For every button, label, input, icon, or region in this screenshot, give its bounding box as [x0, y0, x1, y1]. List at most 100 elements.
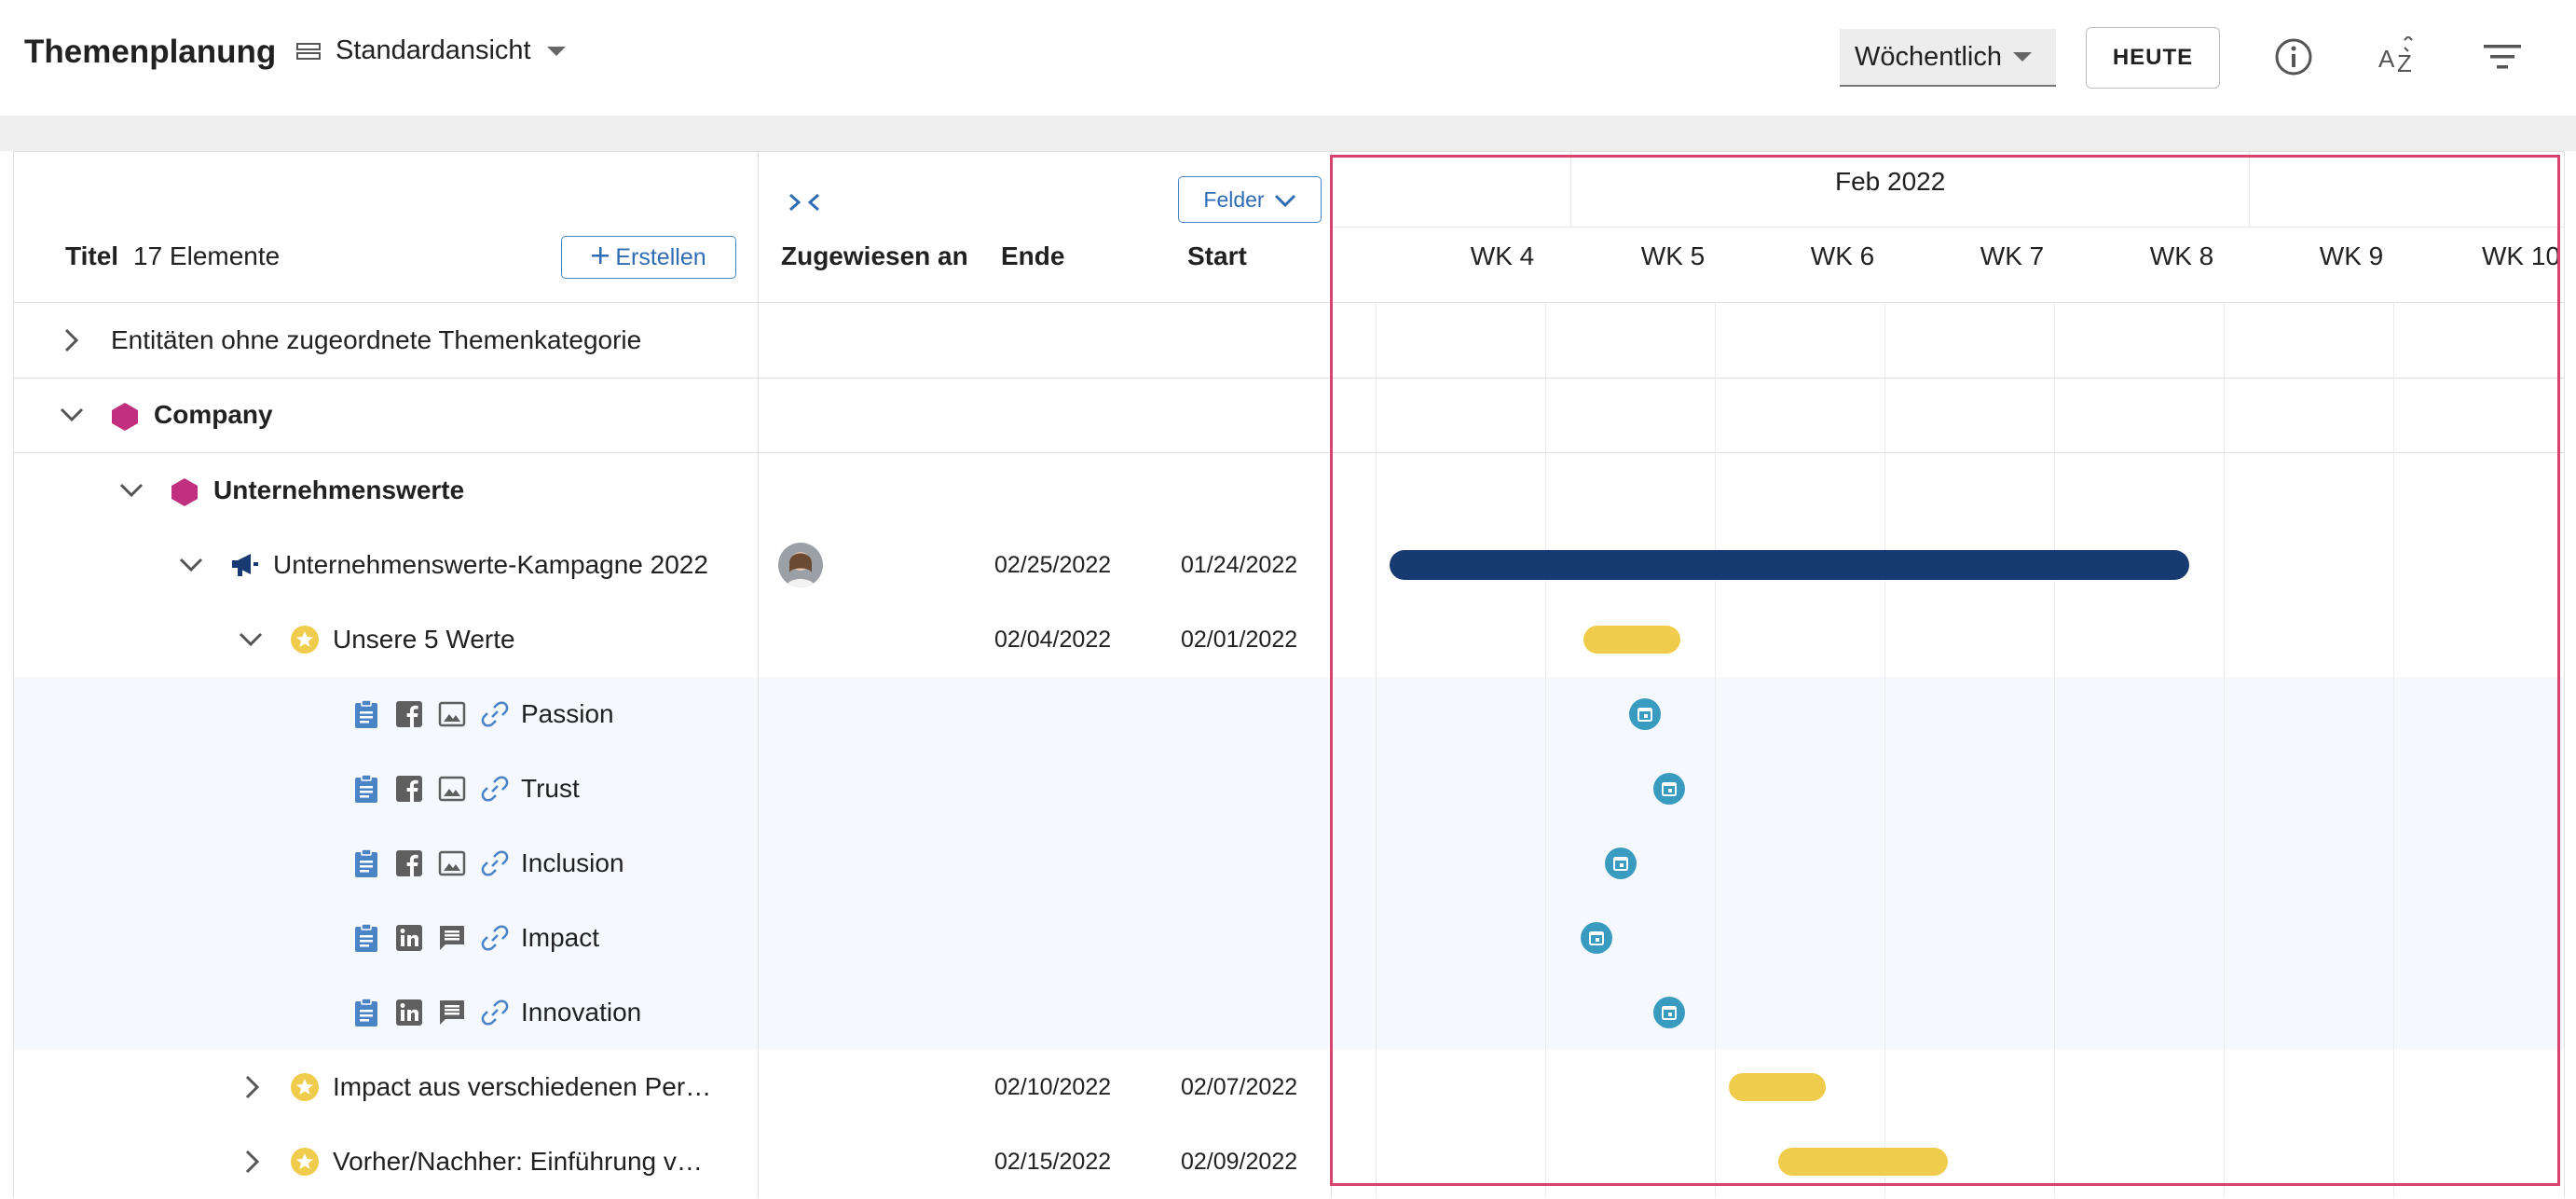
calendar-item-icon[interactable]	[1653, 997, 1685, 1028]
link-icon	[480, 848, 510, 878]
table-row-group	[759, 677, 1331, 1050]
col-header-end[interactable]: Ende	[1001, 241, 1064, 271]
facebook-icon	[394, 774, 424, 804]
col-header-start[interactable]: Start	[1187, 241, 1247, 271]
comment-icon	[437, 923, 467, 953]
list-item-label: Trust	[521, 774, 580, 803]
list-item-label: Unsere 5 Werte	[333, 625, 515, 654]
timeline-row	[1332, 303, 2564, 379]
link-icon	[480, 699, 510, 729]
start-date: 02/01/2022	[1181, 627, 1298, 653]
calendar-item-icon[interactable]	[1581, 922, 1612, 954]
link-icon	[480, 774, 510, 804]
fields-column: Felder Zugewiesen an Ende Start 02/25/20…	[759, 152, 1332, 1198]
list-item[interactable]: Innovation	[14, 975, 758, 1050]
clipboard-icon	[351, 774, 381, 804]
period-dropdown[interactable]: Wöchentlich	[1840, 29, 2056, 87]
chevron-down-icon[interactable]	[118, 481, 144, 504]
week-gridline	[1376, 303, 1377, 1198]
sort-az-icon[interactable]: AZ	[2375, 34, 2421, 80]
table-row: 02/04/2022 02/01/2022	[759, 602, 1331, 677]
clipboard-icon	[351, 848, 381, 878]
week-gridline	[2224, 303, 2225, 1198]
comment-icon	[437, 998, 467, 1027]
svg-text:Z: Z	[2397, 49, 2412, 77]
image-icon	[437, 699, 467, 729]
link-icon	[480, 923, 510, 953]
timeline-row	[1332, 378, 2564, 453]
list-item[interactable]: Unternehmenswerte-Kampagne 2022	[14, 528, 758, 602]
fields-button[interactable]: Felder	[1178, 176, 1322, 223]
view-selector[interactable]: Standardansicht	[296, 35, 567, 66]
info-icon[interactable]	[2270, 34, 2317, 80]
chevron-right-icon[interactable]	[243, 1149, 262, 1179]
chevron-right-icon[interactable]	[243, 1074, 262, 1105]
list-item[interactable]: Impact	[14, 901, 758, 975]
story-bar[interactable]	[1778, 1148, 1948, 1176]
list-item[interactable]: Inclusion	[14, 826, 758, 901]
collapse-columns-icon[interactable]	[787, 191, 822, 218]
timeline-row-group	[1332, 677, 2564, 1050]
week-gridline	[1715, 303, 1716, 1198]
week-label: WK 7	[1980, 241, 2045, 270]
week-label: WK 4	[1470, 241, 1535, 270]
list-item-label: Innovation	[521, 998, 642, 1027]
gantt-grid: Titel 17 Elemente Erstellen Entitäten oh…	[13, 151, 2565, 1198]
filter-icon[interactable]	[2479, 34, 2526, 80]
list-item[interactable]: Passion	[14, 677, 758, 751]
category-hexagon-icon	[111, 402, 139, 436]
week-label: WK 9	[2319, 241, 2384, 270]
col-header-assigned[interactable]: Zugewiesen an	[781, 241, 968, 271]
fields-button-label: Felder	[1203, 186, 1265, 212]
facebook-icon	[394, 699, 424, 729]
chevron-down-icon	[1274, 187, 1296, 213]
story-bar[interactable]	[1583, 626, 1680, 654]
list-item-label: Unternehmenswerte	[213, 475, 465, 504]
list-item[interactable]: Unternehmenswerte	[14, 453, 758, 528]
avatar[interactable]	[778, 543, 823, 587]
dropdown-arrow-icon	[2012, 52, 2032, 62]
week-label: WK 10	[2481, 241, 2561, 270]
end-date: 02/25/2022	[994, 552, 1112, 578]
story-bar[interactable]	[1729, 1073, 1826, 1101]
chevron-down-icon[interactable]	[238, 630, 264, 654]
start-date: 02/09/2022	[1181, 1149, 1298, 1175]
list-item[interactable]: Vorher/Nachher: Einführung v…	[14, 1124, 758, 1199]
create-button-label: Erstellen	[615, 243, 706, 270]
star-badge-icon	[290, 625, 320, 659]
table-row: 02/10/2022 02/07/2022	[759, 1050, 1331, 1124]
item-count: 17 Elemente	[133, 241, 281, 270]
calendar-item-icon[interactable]	[1605, 848, 1637, 879]
list-item[interactable]: Trust	[14, 751, 758, 826]
title-column-header: Titel 17 Elemente Erstellen	[14, 152, 758, 303]
list-item[interactable]: Unsere 5 Werte	[14, 602, 758, 677]
list-item-label: Impact	[521, 923, 600, 952]
list-item[interactable]: Company	[14, 378, 758, 453]
chevron-down-icon[interactable]	[59, 406, 85, 429]
view-list-icon	[296, 41, 321, 62]
today-button[interactable]: HEUTE	[2086, 27, 2220, 89]
list-item-label: Impact aus verschiedenen Per…	[333, 1072, 712, 1101]
end-date: 02/10/2022	[994, 1074, 1112, 1100]
svg-text:A: A	[2378, 45, 2395, 73]
chevron-right-icon[interactable]	[62, 327, 81, 358]
month-divider	[1570, 152, 1571, 227]
table-row	[759, 303, 1331, 379]
list-item[interactable]: Entitäten ohne zugeordnete Themenkategor…	[14, 303, 758, 379]
calendar-item-icon[interactable]	[1629, 698, 1661, 730]
timeline: Feb 2022 WK 4 WK 5 WK 6 WK 7 WK 8 WK 9 W…	[1332, 152, 2564, 1198]
campaign-bar[interactable]	[1390, 550, 2189, 580]
facebook-icon	[394, 848, 424, 878]
calendar-item-icon[interactable]	[1653, 773, 1685, 805]
week-gridline	[1545, 303, 1546, 1198]
end-date: 02/04/2022	[994, 627, 1112, 653]
title-column: Titel 17 Elemente Erstellen Entitäten oh…	[14, 152, 759, 1198]
clipboard-icon	[351, 923, 381, 953]
list-item[interactable]: Impact aus verschiedenen Per…	[14, 1050, 758, 1124]
create-button[interactable]: Erstellen	[561, 236, 736, 279]
category-hexagon-icon	[171, 477, 199, 512]
end-date: 02/15/2022	[994, 1149, 1112, 1175]
list-item-label: Vorher/Nachher: Einführung v…	[333, 1147, 703, 1176]
week-label: WK 6	[1810, 241, 1875, 270]
chevron-down-icon[interactable]	[178, 556, 204, 579]
